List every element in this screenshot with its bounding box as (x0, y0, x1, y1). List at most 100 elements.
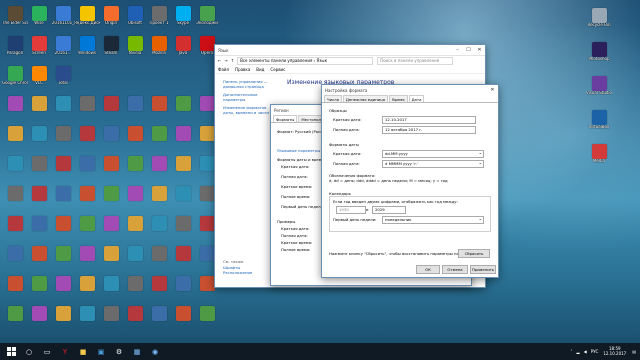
desktop-icon[interactable]: Проект 1 (148, 6, 170, 36)
desktop-icon[interactable]: Paragon (4, 36, 26, 66)
desktop-icon[interactable] (124, 246, 146, 276)
desktop-icon[interactable]: The Elder Scrolls (2, 6, 28, 36)
desktop-icon[interactable] (100, 126, 122, 156)
back-arrow-icon[interactable]: ← (218, 58, 221, 63)
desktop-icon[interactable]: Visual Studio (586, 76, 612, 106)
desktop-icon[interactable] (76, 96, 98, 126)
forward-arrow-icon[interactable]: → (224, 58, 227, 63)
desktop-icon[interactable]: VirtualBox (588, 110, 610, 140)
desktop-icon[interactable] (28, 126, 50, 156)
tab-date[interactable]: Дата (408, 95, 425, 102)
ok-button[interactable]: ОК (416, 265, 440, 274)
desktop-icon[interactable] (28, 246, 50, 276)
desktop-icon[interactable] (196, 306, 218, 336)
clock[interactable]: 18:59 12.10.2017 (603, 346, 626, 356)
location-link[interactable]: Расположение (223, 270, 252, 276)
desktop-icon[interactable] (172, 156, 194, 186)
desktop-icon[interactable] (4, 246, 26, 276)
desktop-icon[interactable] (124, 156, 146, 186)
menu-file[interactable]: Файл (218, 67, 229, 72)
desktop-icon[interactable] (172, 96, 194, 126)
desktop-icon[interactable] (4, 156, 26, 186)
control-panel-icon[interactable]: ▦ (130, 345, 144, 358)
format-settings-window[interactable]: Настройка формата ✕ Числа Денежная едини… (321, 84, 499, 278)
desktop-icon[interactable]: Recycle Bin (587, 8, 611, 38)
desktop-icon[interactable] (28, 276, 50, 306)
desktop-icon[interactable] (148, 186, 170, 216)
menu-tools[interactable]: Сервис (270, 67, 285, 72)
desktop-icon[interactable] (100, 186, 122, 216)
desktop-icon[interactable] (148, 246, 170, 276)
desktop-icon[interactable] (28, 306, 50, 336)
region-icon[interactable]: ◉ (148, 345, 162, 358)
desktop-icon[interactable] (52, 156, 74, 186)
desktop-icon[interactable] (124, 96, 146, 126)
desktop-icon[interactable] (148, 216, 170, 246)
desktop-icon[interactable] (172, 216, 194, 246)
language-window-titlebar[interactable]: Язык – ☐ ✕ (215, 45, 485, 55)
first-day-select[interactable]: понедельник (382, 216, 484, 224)
desktop-icon[interactable] (100, 156, 122, 186)
desktop-icon[interactable] (52, 216, 74, 246)
address-path[interactable]: Все элементы панели управления › Язык (237, 56, 374, 65)
desktop-icon[interactable]: VLC (28, 66, 50, 96)
desktop-icon[interactable]: Java (172, 36, 194, 66)
desktop-icon[interactable] (172, 276, 194, 306)
folder-icon[interactable]: ■ (76, 345, 90, 358)
desktop-icon[interactable] (4, 126, 26, 156)
advanced-link[interactable]: Дополнительные параметры (223, 92, 275, 102)
language-indicator[interactable]: РУС (591, 349, 599, 354)
desktop-icon[interactable]: Total (52, 66, 74, 96)
desktop-icon[interactable] (148, 276, 170, 306)
network-icon[interactable]: ▂ (577, 349, 580, 354)
desktop-icon[interactable] (100, 216, 122, 246)
desktop-icon[interactable]: Windows (76, 36, 98, 66)
desktop-icon[interactable] (52, 246, 74, 276)
desktop-icon[interactable] (76, 246, 98, 276)
desktop-icon[interactable]: 20161101_ (52, 6, 74, 36)
desktop-icon[interactable] (4, 306, 26, 336)
desktop-icon[interactable] (124, 276, 146, 306)
close-icon[interactable]: ✕ (487, 85, 498, 95)
desktop-icon[interactable]: Google Chrome (2, 66, 28, 96)
desktop-icon[interactable] (28, 186, 50, 216)
desktop-icon[interactable] (52, 306, 74, 336)
yandex-browser-icon[interactable]: Y (58, 345, 72, 358)
desktop-icon[interactable] (76, 276, 98, 306)
formats-link[interactable]: Изменение форматов даты, времени и чисел (223, 105, 275, 115)
desktop-icon[interactable] (148, 156, 170, 186)
search-icon[interactable]: ○ (22, 345, 36, 358)
desktop-icon[interactable]: Skype (172, 6, 194, 36)
maximize-icon[interactable]: ☐ (463, 45, 474, 55)
desktop-icon[interactable] (100, 306, 122, 336)
desktop-icon[interactable] (124, 186, 146, 216)
desktop-icon[interactable] (4, 216, 26, 246)
desktop-icon[interactable] (172, 126, 194, 156)
up-arrow-icon[interactable]: ↑ (231, 58, 234, 63)
desktop-icon[interactable]: Эколоджи (196, 6, 218, 36)
desktop-icon[interactable]: 20161... (52, 36, 74, 66)
tab-formats[interactable]: Форматы (273, 115, 298, 122)
desktop-icon[interactable] (124, 216, 146, 246)
tab-time[interactable]: Время (389, 95, 408, 102)
store-icon[interactable]: ▣ (94, 345, 108, 358)
desktop-icon[interactable] (4, 96, 26, 126)
language-settings-link[interactable]: Языковые параметры (277, 148, 320, 153)
desktop-icon[interactable] (76, 216, 98, 246)
reset-button[interactable]: Сбросить (458, 249, 490, 258)
desktop-icon[interactable]: Steam (100, 36, 122, 66)
desktop-icon[interactable] (52, 96, 74, 126)
desktop-icon[interactable]: Mozilla (148, 36, 170, 66)
desktop-icon[interactable]: Origin (100, 6, 122, 36)
desktop-icon[interactable] (76, 156, 98, 186)
desktop-icon[interactable] (4, 186, 26, 216)
desktop-icon[interactable]: Screen (28, 36, 50, 66)
desktop-icon[interactable]: Wise (28, 6, 50, 36)
desktop-icon[interactable] (28, 156, 50, 186)
desktop-icon[interactable] (100, 96, 122, 126)
desktop-icon[interactable] (124, 126, 146, 156)
task-view-icon[interactable]: ▭ (40, 345, 54, 358)
desktop-icon[interactable] (148, 126, 170, 156)
start-button[interactable] (4, 345, 18, 358)
cancel-button[interactable]: Отмена (442, 265, 468, 274)
